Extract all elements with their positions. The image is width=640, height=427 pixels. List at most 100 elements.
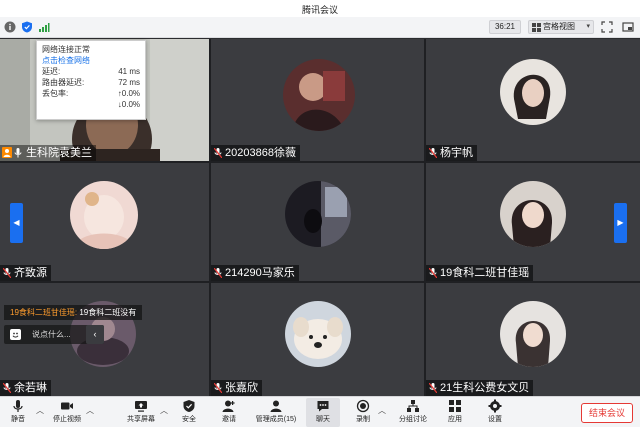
video-camera-icon xyxy=(61,402,73,410)
chevron-right-icon: ▶ xyxy=(617,218,624,227)
chat-button[interactable]: 聊天 xyxy=(306,398,340,427)
participant-name-label: 生科院袁美兰 xyxy=(0,145,96,161)
view-mode-label: 宫格视图 xyxy=(543,22,575,31)
view-mode-button[interactable]: 宫格视图 ▾ xyxy=(528,20,594,34)
emoji-icon[interactable] xyxy=(10,329,21,340)
participant-name: 杨宇帆 xyxy=(440,147,473,159)
share-screen-button[interactable]: 共享屏幕 xyxy=(124,398,158,427)
participant-tile[interactable]: 张嘉欣 xyxy=(211,283,424,396)
participant-tile[interactable]: 214290马家乐 xyxy=(211,163,424,281)
participant-name: 214290马家乐 xyxy=(225,267,295,279)
participant-name-label: 杨宇帆 xyxy=(426,145,477,161)
microphone-muted-icon xyxy=(3,383,11,393)
fullscreen-icon[interactable] xyxy=(601,21,613,33)
grid-view-icon xyxy=(532,23,541,32)
record-icon xyxy=(356,399,370,413)
participant-tile[interactable]: 21生科公费女文贝 xyxy=(426,283,640,396)
breakout-rooms-icon xyxy=(407,400,419,412)
avatar xyxy=(285,301,351,367)
participant-name-label: 齐致源 xyxy=(0,265,51,281)
next-page-button[interactable]: ▶ xyxy=(614,203,627,243)
microphone-muted-icon xyxy=(214,148,222,158)
microphone-muted-icon xyxy=(214,268,222,278)
shield-icon xyxy=(183,400,195,412)
participant-name-label: 21生科公费女文贝 xyxy=(426,380,534,396)
invite-button[interactable]: 邀请 xyxy=(216,398,242,427)
info-icon[interactable] xyxy=(4,21,16,33)
window-title: 腾讯会议 xyxy=(301,5,338,15)
participant-name: 20203868徐薇 xyxy=(225,147,296,159)
packet-loss-up-row: 丢包率: ↑0.0% xyxy=(42,89,140,98)
participant-name-label: 张嘉欣 xyxy=(211,380,262,396)
microphone-muted-icon xyxy=(429,268,437,278)
previous-page-button[interactable]: ◀ xyxy=(10,203,23,243)
apps-button[interactable]: 应用 xyxy=(442,398,468,427)
share-options-chevron-icon[interactable]: ︿ xyxy=(160,405,168,416)
microphone-muted-icon xyxy=(214,383,222,393)
shield-icon[interactable] xyxy=(21,21,33,33)
collapse-chat-button[interactable]: ‹ xyxy=(86,325,104,344)
audio-options-chevron-icon[interactable]: ︿ xyxy=(36,405,44,416)
microphone-muted-icon xyxy=(429,148,437,158)
participant-name-label: 余若琳 xyxy=(0,380,51,396)
mute-button[interactable]: 静音 xyxy=(5,398,31,427)
title-bar: 腾讯会议 xyxy=(0,0,640,17)
microphone-icon xyxy=(14,148,22,158)
record-button[interactable]: 录制 xyxy=(350,398,376,427)
chevron-left-icon: ◀ xyxy=(13,218,20,227)
manage-members-button[interactable]: 管理成员(15) xyxy=(253,398,299,427)
microphone-muted-icon xyxy=(429,383,437,393)
host-icon xyxy=(2,147,12,158)
video-options-chevron-icon[interactable]: ︿ xyxy=(86,405,94,416)
participant-name: 余若琳 xyxy=(14,382,47,394)
router-latency-row: 路由器延迟: 72 ms xyxy=(42,78,140,87)
participant-name-label: 20203868徐薇 xyxy=(211,145,300,161)
participant-tile[interactable]: 齐致源 xyxy=(0,163,209,281)
signal-strength-icon[interactable] xyxy=(38,21,50,33)
participant-name: 张嘉欣 xyxy=(225,382,258,394)
chat-overlay: 19食科二班甘佳瑶: 19食科二班没有 说点什么... ‹ xyxy=(4,305,149,344)
gear-icon xyxy=(488,399,502,413)
microphone-icon xyxy=(13,400,23,412)
avatar xyxy=(500,181,566,247)
latency-row: 延迟: 41 ms xyxy=(42,67,140,76)
add-user-icon xyxy=(222,400,235,412)
chat-sender: 19食科二班甘佳瑶: xyxy=(10,308,78,317)
end-meeting-button[interactable]: 结束会议 xyxy=(581,403,633,423)
breakout-rooms-button[interactable]: 分组讨论 xyxy=(396,398,430,427)
participant-tile[interactable]: 20203868徐薇 xyxy=(211,39,424,161)
participant-name: 齐致源 xyxy=(14,267,47,279)
avatar xyxy=(283,59,355,131)
participant-name: 19食科二班甘佳瑶 xyxy=(440,267,530,279)
participant-name-label: 214290马家乐 xyxy=(211,265,299,281)
meeting-timer: 36:21 xyxy=(489,20,521,34)
chevron-down-icon: ▾ xyxy=(586,23,590,30)
members-icon xyxy=(270,400,282,412)
avatar xyxy=(285,181,351,247)
network-status-popup: 网络连接正常 点击检查网络 延迟: 41 ms 路由器延迟: 72 ms 丢包率: ↑… xyxy=(36,40,146,120)
floating-window-icon[interactable] xyxy=(622,21,634,33)
chevron-left-icon: ‹ xyxy=(93,329,97,339)
network-status: 网络连接正常 xyxy=(42,45,90,54)
chat-bubble-icon xyxy=(317,401,329,412)
avatar xyxy=(70,181,138,249)
avatar xyxy=(500,59,566,125)
check-network-link[interactable]: 点击检查网络 xyxy=(42,55,140,66)
record-options-chevron-icon[interactable]: ︿ xyxy=(378,405,386,416)
chat-text: 19食科二班没有 xyxy=(79,308,137,317)
stop-video-button[interactable]: 停止视频 xyxy=(48,398,86,427)
settings-button[interactable]: 设置 xyxy=(482,398,508,427)
participant-tile[interactable]: 19食科二班甘佳瑶 xyxy=(426,163,640,281)
security-button[interactable]: 安全 xyxy=(176,398,202,427)
share-screen-icon xyxy=(135,401,147,412)
microphone-muted-icon xyxy=(3,268,11,278)
apps-icon xyxy=(449,400,461,412)
participant-name: 生科院袁美兰 xyxy=(26,147,92,159)
meeting-window: 腾讯会议 36:21 宫格视图 ▾ 生科院袁美兰 20203868徐薇 杨宇帆 … xyxy=(0,0,640,427)
avatar xyxy=(500,301,566,367)
participant-name-label: 19食科二班甘佳瑶 xyxy=(426,265,534,281)
packet-loss-down-row: ↓0.0% xyxy=(117,100,140,109)
participant-tile[interactable]: 杨宇帆 xyxy=(426,39,640,161)
chat-placeholder: 说点什么... xyxy=(32,330,71,339)
top-toolbar: 36:21 宫格视图 ▾ xyxy=(0,17,640,38)
